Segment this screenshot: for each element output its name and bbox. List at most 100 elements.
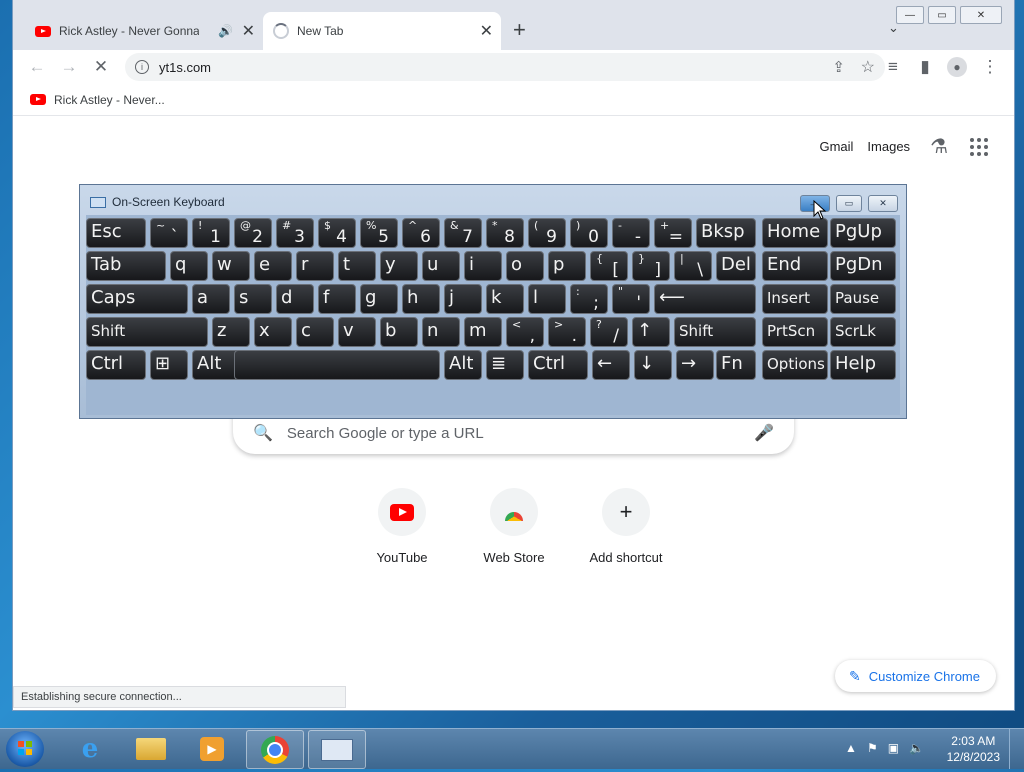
key-shift[interactable]: Shift <box>674 317 756 347</box>
labs-flask-icon[interactable]: ⚗ <box>930 134 948 159</box>
back-arrow-icon[interactable]: ← <box>23 50 51 84</box>
media-player-icon[interactable]: ▶ <box>184 730 240 767</box>
gmail-link[interactable]: Gmail <box>819 139 853 154</box>
bookmark-rick-astley[interactable]: Rick Astley - Never... <box>30 93 165 107</box>
key-p[interactable]: p <box>548 251 586 281</box>
key-o[interactable]: o <box>506 251 544 281</box>
start-button-icon[interactable] <box>6 731 44 767</box>
key-k[interactable]: k <box>486 284 524 314</box>
key-insert[interactable]: Insert <box>762 284 828 314</box>
key-v[interactable]: v <box>338 317 376 347</box>
key-92[interactable]: | \ <box>674 251 712 281</box>
key-8592[interactable]: ← <box>592 350 630 380</box>
close-window-button[interactable]: ✕ <box>960 6 1002 24</box>
key-esc[interactable]: Esc <box>86 218 146 248</box>
chrome-taskbar-icon[interactable] <box>246 730 304 769</box>
key-help[interactable]: Help <box>830 350 896 380</box>
key-96[interactable]: ~ ` <box>150 218 188 248</box>
key-alt[interactable]: Alt <box>444 350 482 380</box>
osk-maximize-button[interactable]: ▭ <box>836 195 862 212</box>
profile-avatar-icon[interactable]: ● <box>943 50 971 84</box>
action-center-flag-icon[interactable]: ⚑ <box>867 741 878 755</box>
key-z[interactable]: z <box>212 317 250 347</box>
key-45[interactable]: -- <box>612 218 650 248</box>
key-a[interactable]: a <box>192 284 230 314</box>
new-tab-button[interactable]: + <box>513 17 526 43</box>
key-del[interactable]: Del <box>716 251 756 281</box>
key-h[interactable]: h <box>402 284 440 314</box>
key-10229[interactable]: ⟵ <box>654 284 756 314</box>
shortcut-youtube[interactable]: YouTube <box>346 488 458 565</box>
forward-arrow-icon[interactable]: → <box>55 50 83 84</box>
key-2[interactable]: @2 <box>234 218 272 248</box>
key-options[interactable]: Options <box>762 350 828 380</box>
key-1[interactable]: ! 1 <box>192 218 230 248</box>
key-q[interactable]: q <box>170 251 208 281</box>
share-icon[interactable]: ⇪ <box>832 58 845 76</box>
key-scrlk[interactable]: ScrLk <box>830 317 896 347</box>
key-ctrl[interactable]: Ctrl <box>86 350 146 380</box>
key-space[interactable] <box>234 350 440 380</box>
taskbar-clock[interactable]: 2:03 AM 12/8/2023 <box>947 733 1000 765</box>
key-caps[interactable]: Caps <box>86 284 188 314</box>
key-r[interactable]: r <box>296 251 334 281</box>
tab-rick-astley[interactable]: Rick Astley - Never Gonna Give You Up 🔊 … <box>25 12 263 50</box>
network-icon[interactable]: ▣ <box>888 741 899 755</box>
key-4[interactable]: $4 <box>318 218 356 248</box>
maximize-window-button[interactable]: ▭ <box>928 6 956 24</box>
key-s[interactable]: s <box>234 284 272 314</box>
key-pgup[interactable]: PgUp <box>830 218 896 248</box>
key-91[interactable]: {[ <box>590 251 628 281</box>
show-desktop-button[interactable] <box>1009 729 1024 769</box>
key-tab[interactable]: Tab <box>86 251 166 281</box>
key-61[interactable]: + = <box>654 218 692 248</box>
address-bar[interactable]: i yt1s.com ⇪ ☆ <box>125 53 885 81</box>
key-u[interactable]: u <box>422 251 460 281</box>
key-y[interactable]: y <box>380 251 418 281</box>
tab-new-tab[interactable]: New Tab ✕ <box>263 12 501 50</box>
key-j[interactable]: j <box>444 284 482 314</box>
close-tab-icon[interactable]: ✕ <box>480 21 493 41</box>
osk-close-button[interactable]: ✕ <box>868 195 898 212</box>
shortcut-add[interactable]: + Add shortcut <box>570 488 682 565</box>
site-info-icon[interactable]: i <box>135 60 149 74</box>
key-e[interactable]: e <box>254 251 292 281</box>
key-ctrl[interactable]: Ctrl <box>528 350 588 380</box>
key-44[interactable]: <, <box>506 317 544 347</box>
key-d[interactable]: d <box>276 284 314 314</box>
bookmark-star-icon[interactable]: ☆ <box>861 57 875 77</box>
stop-loading-icon[interactable]: ✕ <box>87 50 115 84</box>
voice-search-mic-icon[interactable]: 🎤 <box>754 423 774 443</box>
images-link[interactable]: Images <box>867 139 910 154</box>
key-46[interactable]: >. <box>548 317 586 347</box>
key-b[interactable]: b <box>380 317 418 347</box>
key-9[interactable]: (9 <box>528 218 566 248</box>
media-controls-icon[interactable]: ≡ <box>879 50 907 84</box>
key-end[interactable]: End <box>762 251 828 281</box>
key-l[interactable]: l <box>528 284 566 314</box>
key-7[interactable]: & 7 <box>444 218 482 248</box>
key-pause[interactable]: Pause <box>830 284 896 314</box>
key-59[interactable]: :; <box>570 284 608 314</box>
key-t[interactable]: t <box>338 251 376 281</box>
key-8803[interactable]: ≣ <box>486 350 524 380</box>
minimize-window-button[interactable]: — <box>896 6 924 24</box>
on-screen-keyboard-taskbar-icon[interactable] <box>308 730 366 769</box>
key-93[interactable]: }] <box>632 251 670 281</box>
key-fn[interactable]: Fn <box>716 350 756 380</box>
key-n[interactable]: n <box>422 317 460 347</box>
side-panel-icon[interactable]: ▮ <box>911 50 939 84</box>
key-bksp[interactable]: Bksp <box>696 218 756 248</box>
file-explorer-icon[interactable] <box>123 730 179 767</box>
more-menu-icon[interactable]: ⋮ <box>976 50 1004 84</box>
key-f[interactable]: f <box>318 284 356 314</box>
close-tab-icon[interactable]: ✕ <box>242 21 255 41</box>
key-shift[interactable]: Shift <box>86 317 208 347</box>
key-pgdn[interactable]: PgDn <box>830 251 896 281</box>
key-6[interactable]: ^ 6 <box>402 218 440 248</box>
key-3[interactable]: #3 <box>276 218 314 248</box>
key-m[interactable]: m <box>464 317 502 347</box>
key-c[interactable]: c <box>296 317 334 347</box>
google-apps-icon[interactable] <box>970 137 988 156</box>
volume-icon[interactable]: 🔈 <box>909 741 924 755</box>
